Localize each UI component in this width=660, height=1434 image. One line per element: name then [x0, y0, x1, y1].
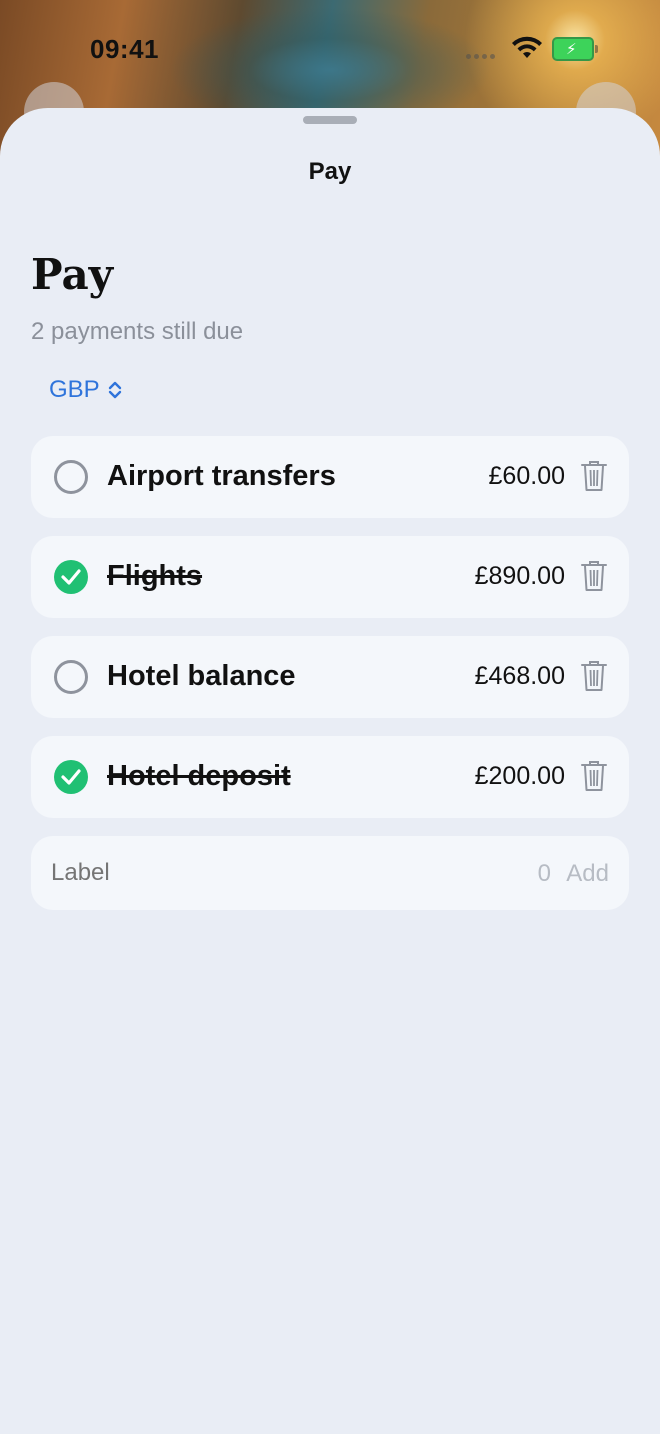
payment-amount: £200.00 — [474, 762, 565, 790]
payment-row[interactable]: Hotel deposit £200.00 — [31, 736, 629, 818]
payment-label: Hotel deposit — [107, 760, 291, 792]
cellular-signal-icon — [466, 46, 498, 64]
checked-circle-icon[interactable] — [54, 560, 88, 594]
currency-selector[interactable]: GBP — [49, 376, 122, 404]
nav-title: Pay — [308, 158, 352, 185]
amount-input[interactable]: 0 — [538, 860, 551, 888]
page-title: Pay — [31, 250, 114, 299]
checked-circle-icon[interactable] — [54, 760, 88, 794]
status-time: 09:41 — [90, 34, 159, 64]
add-button[interactable]: Add — [566, 860, 609, 888]
wifi-icon — [512, 36, 542, 58]
chevron-updown-icon — [108, 381, 121, 399]
payment-amount: £468.00 — [474, 662, 565, 690]
trash-icon[interactable] — [581, 660, 607, 692]
trash-icon[interactable] — [581, 760, 607, 792]
sheet-grabber[interactable] — [303, 116, 357, 124]
payment-amount: £60.00 — [488, 462, 565, 490]
payment-amount: £890.00 — [474, 562, 565, 590]
payment-row[interactable]: Airport transfers £60.00 — [31, 436, 629, 518]
label-input[interactable] — [51, 859, 351, 887]
currency-label: GBP — [49, 376, 100, 403]
status-bar: 09:41 ⚡ — [0, 0, 660, 100]
checkmark-icon — [61, 769, 81, 785]
payment-label: Flights — [107, 560, 203, 592]
trash-icon[interactable] — [581, 460, 607, 492]
payment-row[interactable]: Hotel balance £468.00 — [31, 636, 629, 718]
pay-sheet: Pay Pay 2 payments still due GBP Airport… — [0, 108, 660, 1434]
trash-icon[interactable] — [581, 560, 607, 592]
payment-row[interactable]: Flights £890.00 — [31, 536, 629, 618]
battery-icon: ⚡ — [552, 37, 598, 61]
payment-label: Hotel balance — [107, 660, 296, 692]
add-payment-form: 0 Add — [31, 836, 629, 910]
payments-due-subtitle: 2 payments still due — [31, 318, 244, 345]
payment-label: Airport transfers — [107, 460, 336, 492]
unchecked-circle-icon[interactable] — [54, 660, 88, 694]
checkmark-icon — [61, 569, 81, 585]
unchecked-circle-icon[interactable] — [54, 460, 88, 494]
